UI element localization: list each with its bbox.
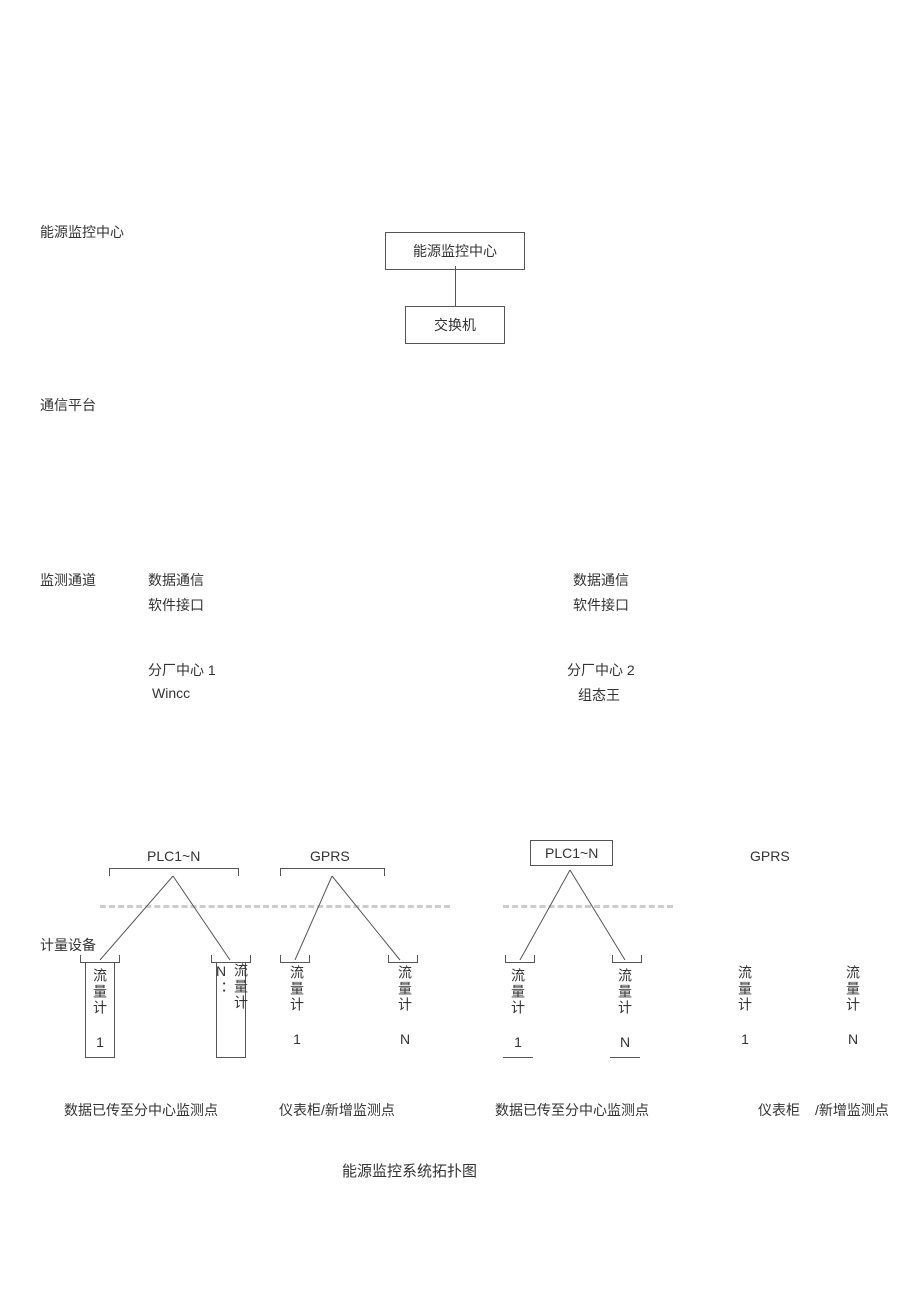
node-gprs-2: GPRS [750,848,790,864]
diagram-title: 能源监控系统拓扑图 [342,1160,477,1181]
meter-g2-n: 流量计 N [843,965,863,1049]
meter-g2-1: 流量计 1 [735,965,755,1049]
connector-center-switch [455,266,456,306]
center-box: 能源监控中心 [385,232,525,270]
channel-data-comm-2: 数据通信 [573,570,629,590]
meter-cap-5 [505,955,535,963]
bottom-new-point-2: /新增监测点 [815,1100,889,1120]
channel-software-if-2: 软件接口 [573,595,629,615]
meter-1-1: 流量计 1 [85,963,115,1058]
bottom-uploaded-1: 数据已传至分中心监测点 [64,1100,218,1120]
connector-plc1-meters [80,868,260,968]
meter-2-1: 流量计 1 [503,963,533,1058]
branch-2-center: 分厂中心 2 [567,660,635,680]
section-monitor-channel-label: 监测通道 [40,570,96,590]
meter-cap-4 [388,955,418,963]
branch-1-center: 分厂中心 1 [148,660,216,680]
bottom-uploaded-2: 数据已传至分中心监测点 [495,1100,649,1120]
meter-g1-1: 流量计 1 [287,965,307,1049]
connector-gprs1-meters [265,868,445,968]
branch-1-software: Wincc [152,685,190,701]
switch-box: 交换机 [405,306,505,344]
bottom-cabinet-new-1: 仪表柜/新增监测点 [279,1100,395,1120]
meter-cap-6 [612,955,642,963]
meter-cap-1 [80,955,120,963]
channel-data-comm-1: 数据通信 [148,570,204,590]
branch-2-software: 组态王 [578,685,620,705]
meter-2-n: 流量计 N [610,963,640,1058]
node-plc-1: PLC1~N [147,848,200,864]
section-comm-platform-label: 通信平台 [40,395,96,415]
node-plc-2-box: PLC1~N [530,840,613,866]
meter-cap-2 [211,955,251,963]
meter-cap-3 [280,955,310,963]
connector-plc2-meters [495,868,675,968]
section-center-label: 能源监控中心 [40,222,124,242]
meter-1-n: 流量计 N： [216,963,246,1058]
bottom-cabinet-2: 仪表柜 [758,1100,800,1120]
meter-g1-n: 流量计 N [395,965,415,1049]
node-gprs-1: GPRS [310,848,350,864]
channel-software-if-1: 软件接口 [148,595,204,615]
